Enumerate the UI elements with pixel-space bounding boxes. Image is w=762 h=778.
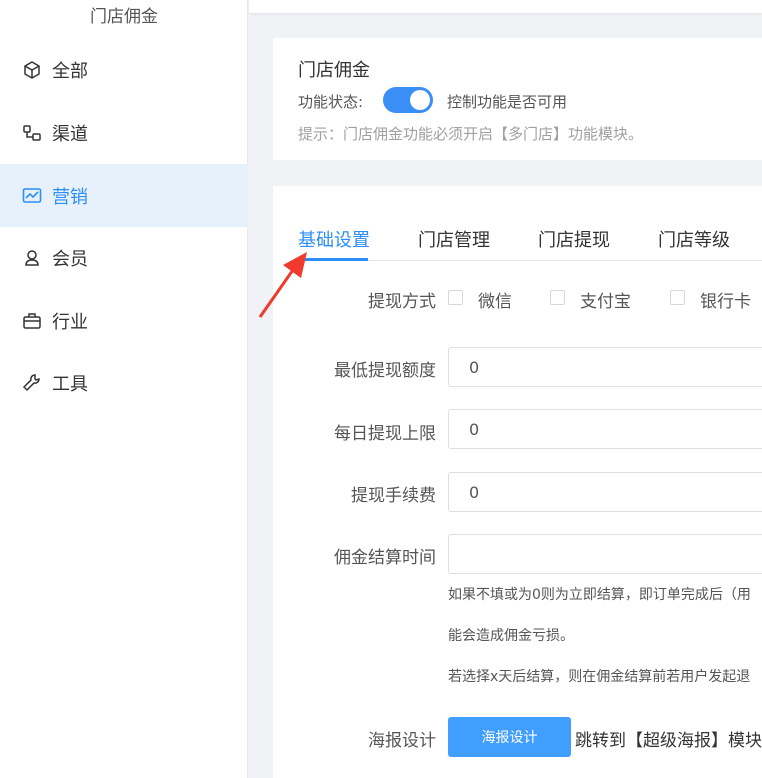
min-withdraw-label: 最低提现额度 (334, 361, 436, 381)
settle-time-input[interactable] (448, 534, 762, 574)
toggle-knob (410, 90, 430, 110)
channel-icon (22, 123, 42, 143)
settings-card: 基础设置 门店管理 门店提现 门店等级 提现方式 微信 支付宝 银行卡 最低提现… (273, 186, 762, 778)
sidebar-item-label: 全部 (52, 60, 88, 82)
checkbox-wechat[interactable] (448, 290, 463, 305)
sidebar-item-label: 渠道 (52, 123, 88, 145)
sidebar-title: 门店佣金 (90, 7, 158, 27)
sidebar-item-label: 营销 (52, 186, 88, 208)
toggle-description: 控制功能是否可用 (447, 93, 568, 111)
box-icon (22, 60, 42, 80)
settle-help-line: 如果不填或为0则为立即结算，即订单完成后（用 (448, 587, 751, 603)
tab-bar: 基础设置 门店管理 门店提现 门店等级 (273, 186, 762, 262)
daily-limit-label: 每日提现上限 (334, 424, 436, 444)
feature-toggle[interactable] (383, 87, 433, 113)
tab-store-level[interactable]: 门店等级 (658, 226, 730, 252)
annotation-arrow-icon (258, 252, 307, 318)
page-title: 门店佣金 (298, 60, 370, 81)
sidebar-item-label: 行业 (52, 311, 88, 333)
sidebar-item-industry[interactable]: 行业 (0, 289, 248, 352)
briefcase-icon (22, 311, 42, 331)
checkbox-label: 支付宝 (580, 292, 631, 312)
sidebar-item-label: 会员 (52, 248, 88, 270)
settle-help-line: 能会造成佣金亏损。 (448, 628, 574, 644)
user-icon (22, 248, 42, 268)
top-header-bar (249, 0, 762, 13)
poster-design-button[interactable]: 海报设计 (448, 717, 571, 757)
tab-store-management[interactable]: 门店管理 (418, 226, 490, 252)
sidebar-item-label: 工具 (52, 373, 88, 395)
poster-design-label: 海报设计 (368, 731, 436, 751)
chart-icon (22, 186, 42, 206)
hint-text: 提示：门店佣金功能必须开启【多门店】功能模块。 (298, 125, 644, 143)
sidebar-item-marketing[interactable]: 营销 (0, 164, 248, 227)
settle-time-label: 佣金结算时间 (334, 548, 436, 568)
sidebar-item-member[interactable]: 会员 (0, 226, 248, 289)
poster-redirect-text: 跳转到【超级海报】模块 (575, 731, 762, 751)
checkbox-bankcard[interactable] (670, 290, 685, 305)
tab-store-withdraw[interactable]: 门店提现 (538, 226, 610, 252)
min-withdraw-input[interactable]: 0 (448, 347, 762, 387)
sidebar-item-all[interactable]: 全部 (0, 38, 248, 101)
sidebar: 门店佣金 全部 渠道 营销 会员 行业 工具 (0, 0, 248, 778)
module-status-card: 门店佣金 功能状态: 控制功能是否可用 提示：门店佣金功能必须开启【多门店】功能… (273, 38, 762, 160)
sidebar-item-tools[interactable]: 工具 (0, 351, 248, 414)
checkbox-label: 微信 (478, 292, 512, 312)
wrench-icon (22, 373, 42, 393)
checkbox-alipay[interactable] (550, 290, 565, 305)
tab-basic-settings[interactable]: 基础设置 (298, 226, 370, 252)
checkbox-label: 银行卡 (700, 292, 751, 312)
withdraw-fee-label: 提现手续费 (351, 486, 436, 506)
sidebar-item-channel[interactable]: 渠道 (0, 101, 248, 164)
status-label: 功能状态: (298, 93, 364, 111)
withdraw-fee-input[interactable]: 0 (448, 472, 762, 512)
daily-limit-input[interactable]: 0 (448, 409, 762, 449)
settle-help-line: 若选择x天后结算，则在佣金结算前若用户发起退 (448, 669, 751, 685)
